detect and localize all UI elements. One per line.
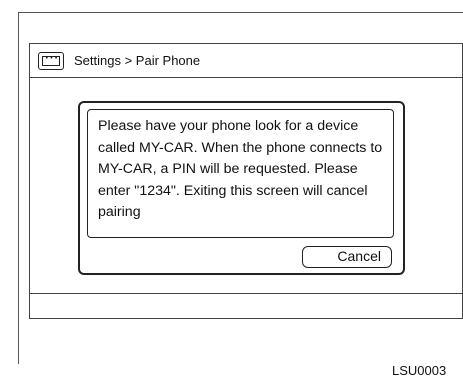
title-bar: ••• Settings > Pair Phone bbox=[30, 44, 462, 78]
pair-phone-dialog: Please have your phone look for a device… bbox=[78, 101, 405, 275]
cancel-button[interactable]: Cancel bbox=[302, 246, 392, 268]
figure-reference-code: LSU0003 bbox=[392, 363, 447, 378]
dialog-message: Please have your phone look for a device… bbox=[87, 109, 394, 238]
keypad-icon: ••• bbox=[38, 51, 64, 70]
status-bar bbox=[30, 293, 462, 318]
page-title: Settings > Pair Phone bbox=[74, 53, 201, 68]
display-screen: ••• Settings > Pair Phone Please have yo… bbox=[29, 43, 463, 319]
